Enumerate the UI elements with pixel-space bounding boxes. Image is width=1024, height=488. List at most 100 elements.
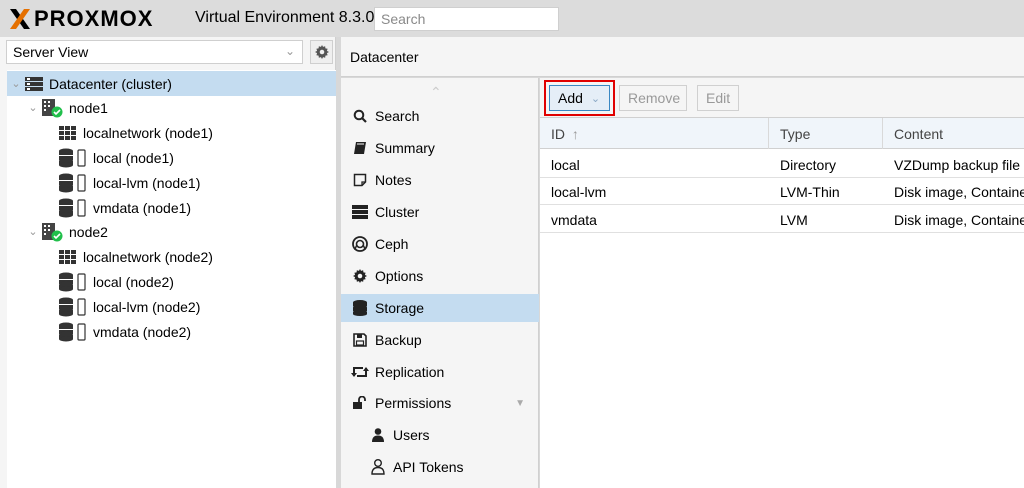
tree-item-node2[interactable]: ⌄ node2 [7,219,336,244]
search-input[interactable] [374,7,559,31]
menu-item-summary[interactable]: Summary [341,134,539,162]
tree-item-label: localnetwork (node1) [83,124,213,141]
proxmox-x-icon [10,9,30,29]
menu-item-label: Cluster [375,204,420,220]
toolbar: Add ⌄ Remove Edit [540,78,1024,118]
search-icon [350,109,370,123]
network-grid-icon [59,125,77,140]
remove-button[interactable]: Remove [619,85,687,111]
storage-icon [59,272,87,292]
user-icon [368,428,388,442]
tree-settings-button[interactable] [310,40,333,64]
server-icon [350,205,370,219]
storage-icon [59,198,87,218]
menu-item-label: Permissions [375,395,452,411]
retweet-icon [350,366,370,378]
menu-item-label: Summary [375,140,435,156]
page-title: Datacenter [350,49,419,65]
chevron-down-icon[interactable]: ⌄ [27,101,39,114]
chevron-down-icon[interactable]: ⌄ [27,225,39,238]
tree-item-vmdata-node2[interactable]: vmdata (node2) [7,319,336,344]
menu-item-options[interactable]: Options [341,262,539,290]
tree-item-local-lvm-node2[interactable]: local-lvm (node2) [7,294,336,319]
tree-item-localnetwork-node1[interactable]: localnetwork (node1) [7,120,336,145]
gear-icon [314,45,329,59]
unlock-icon [350,396,370,410]
ceph-icon [350,236,370,252]
menu-item-ceph[interactable]: Ceph [341,230,539,258]
menu-item-permissions[interactable]: Permissions ▼ [341,389,539,417]
logo-text: PROXMOX [34,6,154,31]
menu-item-search[interactable]: Search [341,102,539,130]
tree-item-datacenter[interactable]: ⌄ Datacenter (cluster) [7,71,336,96]
menu-item-users[interactable]: Users [341,421,539,449]
menu-item-label: Backup [375,332,422,348]
tree-item-local-node2[interactable]: local (node2) [7,269,336,294]
storage-icon [59,173,87,193]
chevron-down-icon[interactable]: ⌄ [10,77,22,90]
tree-item-label: local-lvm (node1) [93,174,201,191]
menu-item-label: Search [375,108,420,124]
datacenter-icon [25,76,43,91]
menu-item-label: Replication [375,364,445,380]
storage-icon [59,297,87,317]
tree-item-localnetwork-node2[interactable]: localnetwork (node2) [7,244,336,269]
cell-type: Directory [780,157,837,173]
table-row[interactable]: vmdata LVM Disk image, Container [540,206,1024,233]
tree-item-node1[interactable]: ⌄ node1 [7,95,336,120]
cell-id: local-lvm [551,184,607,200]
add-button[interactable]: Add ⌄ [549,85,610,111]
gear-icon [350,269,370,283]
tree-item-local-lvm-node1[interactable]: local-lvm (node1) [7,170,336,195]
menu-item-label: Ceph [375,236,409,252]
tree-item-local-node1[interactable]: local (node1) [7,145,336,170]
version-label: Virtual Environment 8.3.0 [195,9,375,26]
cell-content: Disk image, Container [894,212,1024,228]
menu-item-label: Users [393,427,430,443]
table-row[interactable]: local Directory VZDump backup file [540,151,1024,178]
view-selector[interactable]: Server View ⌄ [6,40,303,64]
column-header-type[interactable]: Type [769,118,883,149]
tree-item-label: local (node1) [93,149,174,166]
chevron-up-icon[interactable]: ⌃ [430,84,442,101]
caret-down-icon[interactable]: ▼ [515,398,525,409]
sort-ascending-icon: ↑ [571,126,579,142]
menu-item-cluster[interactable]: Cluster [341,198,539,226]
menu-item-label: Notes [375,172,412,188]
resource-tree-panel: Server View ⌄ ⌄ Datacenter (cluster) ⌄ n… [0,37,336,488]
top-bar: PROXMOX Virtual Environment 8.3.0 [0,0,1024,37]
tree-item-label: local-lvm (node2) [93,298,201,315]
tree-item-label: node2 [69,223,108,240]
cell-id: local [551,157,580,173]
datacenter-menu: ⌃ Search Summary Notes Cluster Ceph Opti… [341,78,539,488]
column-header-label: Content [894,126,944,142]
cell-id: vmdata [551,212,597,228]
column-header-id[interactable]: ID ↑ [540,118,769,149]
proxmox-logo: PROXMOX [8,6,153,32]
page-title-bar: Datacenter [341,37,1024,77]
chevron-down-icon: ⌄ [590,92,601,105]
cell-type: LVM [780,212,808,228]
menu-item-api-tokens[interactable]: API Tokens [341,453,539,481]
edit-button[interactable]: Edit [697,85,739,111]
menu-item-replication[interactable]: Replication [341,358,539,386]
book-icon [350,141,370,155]
table-row[interactable]: local-lvm LVM-Thin Disk image, Container [540,178,1024,205]
menu-item-notes[interactable]: Notes [341,166,539,194]
view-selector-value: Server View [13,44,89,60]
menu-item-label: Options [375,268,424,284]
column-header-content[interactable]: Content [883,118,1024,149]
menu-item-backup[interactable]: Backup [341,326,539,354]
tree-item-vmdata-node1[interactable]: vmdata (node1) [7,195,336,220]
tree-item-label: vmdata (node1) [93,199,192,216]
menu-item-storage[interactable]: Storage [341,294,539,322]
column-header-label: ID [551,126,565,142]
node-online-icon [41,98,63,118]
tree-item-label: localnetwork (node2) [83,248,213,265]
user-outline-icon [368,459,388,475]
cell-content: Disk image, Container [894,184,1024,200]
storage-icon [59,148,87,168]
storage-panel: Add ⌄ Remove Edit ID ↑ Type Content loca… [540,78,1024,488]
grid-header: ID ↑ Type Content [540,118,1024,149]
menu-item-label: API Tokens [393,459,464,475]
